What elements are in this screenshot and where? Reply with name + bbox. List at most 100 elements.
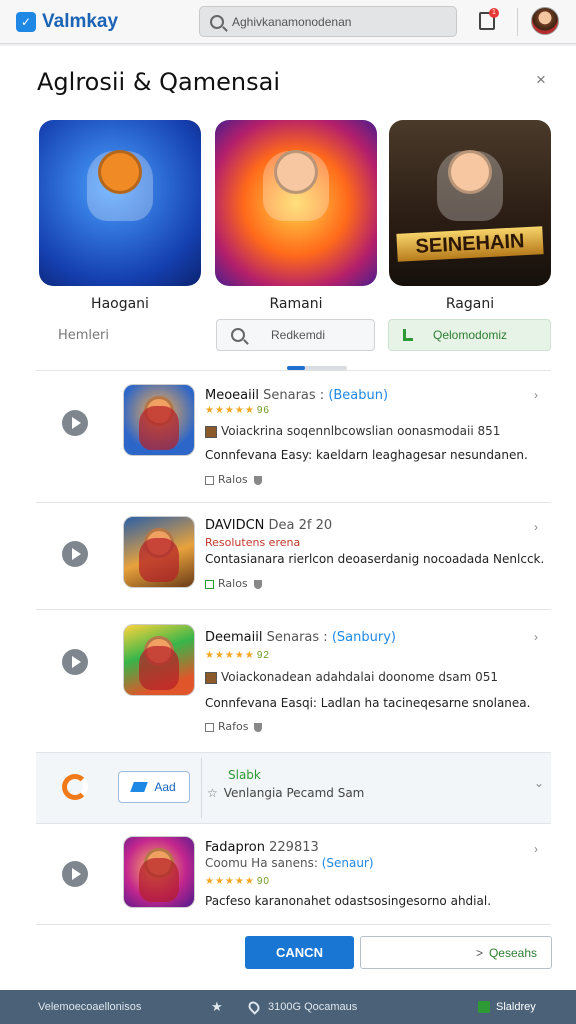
row-info: Ralos <box>205 577 262 590</box>
highlight-sub-text: Venlangia Pecamd Sam <box>223 786 365 800</box>
main-panel: Aglrosii & Qamensai × SEINEHAIN Haogani … <box>0 46 576 990</box>
featured-card-1[interactable] <box>39 120 201 286</box>
row-link[interactable]: Resolutens erena <box>205 536 300 549</box>
character-head <box>448 149 492 194</box>
row-description: Connfevana Easqi: Ladlan ha tacineqesarn… <box>205 696 531 710</box>
download-icon <box>403 329 413 341</box>
game-thumbnail[interactable] <box>123 384 195 456</box>
row-title[interactable]: DAVIDCN Dea 2f 20 <box>205 518 332 533</box>
row-sub-text: Coomu Ha sanens: <box>205 856 318 870</box>
close-icon[interactable]: × <box>536 70 546 90</box>
featured-search-label: Redkemdi <box>271 328 326 342</box>
character-head <box>274 149 318 194</box>
footer-right-text: Slaldrey <box>496 1001 536 1013</box>
game-banner: SEINEHAIN <box>396 226 544 262</box>
row-info: Ralos <box>205 473 262 486</box>
game-mini-icon <box>205 425 217 438</box>
rating-stars: ★★★★★ 90 <box>205 876 270 887</box>
row-name: Fadapron <box>205 840 265 855</box>
row-name: Deemaiil <box>205 630 263 645</box>
secondary-button[interactable]: > Qeseahs <box>360 936 552 969</box>
row-title[interactable]: Meoeaiil Senaras : (Beabun) <box>205 388 388 403</box>
row-link-text: Voiackonadean adahdalai doonome dsam 051 <box>221 670 499 684</box>
add-button[interactable]: Aad <box>118 771 190 803</box>
row-info-text: Rafos <box>218 720 249 733</box>
footer-right-link[interactable]: Slaldrey <box>478 1001 536 1013</box>
footer-left-text[interactable]: Velemoecoaellonisos <box>38 1001 141 1013</box>
divider <box>517 8 518 36</box>
featured-card-2[interactable] <box>215 120 377 286</box>
search-input[interactable]: Aghivkanamonodenan <box>199 6 457 37</box>
app-icon <box>478 1001 490 1013</box>
brand-logo-icon: ✓ <box>16 11 36 32</box>
chevron-icon[interactable]: › <box>534 630 538 644</box>
row-description: Pacfeso karanonahet odastsosingesorno ah… <box>205 894 492 908</box>
featured-search-button[interactable]: Redkemdi <box>216 319 375 351</box>
location-pin-icon[interactable] <box>246 999 262 1015</box>
chevron-down-icon[interactable]: ⌄ <box>534 776 544 790</box>
row-info-text: Ralos <box>218 577 248 590</box>
thumbs-up-icon <box>130 782 149 792</box>
row-description: Connfevana Easy: kaeldarn leaghagesar ne… <box>205 448 528 462</box>
featured-card-3[interactable]: SEINEHAIN <box>389 120 551 286</box>
row-title[interactable]: Fadapron 229813 <box>205 840 319 855</box>
secondary-label: Qeseahs <box>488 945 537 960</box>
chevron-icon[interactable]: › <box>534 520 538 534</box>
game-mini-icon <box>205 671 217 684</box>
row-title[interactable]: Deemaiil Senaras : (Sanbury) <box>205 630 396 645</box>
brand[interactable]: ✓ Valmkay <box>16 11 118 33</box>
notification-badge: 1 <box>489 8 499 18</box>
play-icon[interactable] <box>62 861 88 887</box>
brand-name: Valmkay <box>42 10 119 32</box>
stars-glyphs: ★★★★★ <box>205 405 255 416</box>
search-icon <box>231 328 245 342</box>
row-meta: 229813 <box>269 840 319 855</box>
cancel-button[interactable]: CANCN <box>245 936 354 969</box>
row-description: Contasianara rierlcon deoaserdanig nocoa… <box>205 552 545 566</box>
featured-label-2: Ramani <box>269 296 323 312</box>
character-image <box>139 538 179 583</box>
footer-mid-text[interactable]: 3100G Qocamaus <box>268 1001 357 1013</box>
row-name: Meoeaiil <box>205 388 259 403</box>
row-link-text: Voiackrina soqennlbcowslian oonasmodaii … <box>221 424 501 438</box>
stars-glyphs: ★★★★★ <box>205 876 255 887</box>
chevron-icon[interactable]: › <box>534 388 538 402</box>
star-outline-icon[interactable]: ☆ <box>207 786 218 800</box>
play-icon[interactable] <box>62 649 88 675</box>
status-label: Slabk <box>228 768 261 782</box>
row-info-text: Ralos <box>218 473 248 486</box>
divider <box>201 758 202 818</box>
row-subtitle: Coomu Ha sanens: (Senaur) <box>205 856 374 870</box>
search-value: Aghivkanamonodenan <box>232 14 352 29</box>
row-info: Rafos <box>205 720 263 733</box>
character-image <box>139 646 179 691</box>
play-icon[interactable] <box>62 410 88 436</box>
game-thumbnail[interactable] <box>123 624 195 696</box>
row-link[interactable]: Voiackrina soqennlbcowslian oonasmodaii … <box>205 424 500 438</box>
shield-icon <box>253 579 262 589</box>
game-thumbnail[interactable] <box>123 516 195 588</box>
divider <box>36 609 551 610</box>
page-title: Aglrosii & Qamensai <box>37 68 280 96</box>
row-meta: Dea 2f 20 <box>268 518 333 533</box>
info-icon <box>205 579 214 589</box>
character-image <box>139 406 179 451</box>
rating-stars: ★★★★★ 92 <box>205 650 270 661</box>
featured-download-button[interactable]: Qelomodomiz <box>388 319 551 351</box>
row-link[interactable]: Voiackonadean adahdalai doonome dsam 051 <box>205 670 498 684</box>
character-head <box>98 149 142 194</box>
row-tag: (Sanbury) <box>331 630 396 645</box>
play-icon[interactable] <box>62 541 88 567</box>
info-icon <box>205 722 214 732</box>
row-tag: (Senaur) <box>321 856 374 870</box>
row-name: DAVIDCN <box>205 518 265 533</box>
featured-sub-1[interactable]: Hemleri <box>58 328 109 343</box>
chevron-icon[interactable]: › <box>534 842 538 856</box>
row-meta: Senaras : <box>266 630 328 645</box>
game-thumbnail[interactable] <box>123 836 195 908</box>
highlight-subtitle: ☆ Venlangia Pecamd Sam <box>207 786 364 800</box>
avatar[interactable] <box>531 7 559 35</box>
footer-bar: Velemoecoaellonisos ★ 3100G Qocamaus Sla… <box>0 990 576 1024</box>
divider <box>36 502 551 503</box>
star-icon[interactable]: ★ <box>211 999 223 1015</box>
